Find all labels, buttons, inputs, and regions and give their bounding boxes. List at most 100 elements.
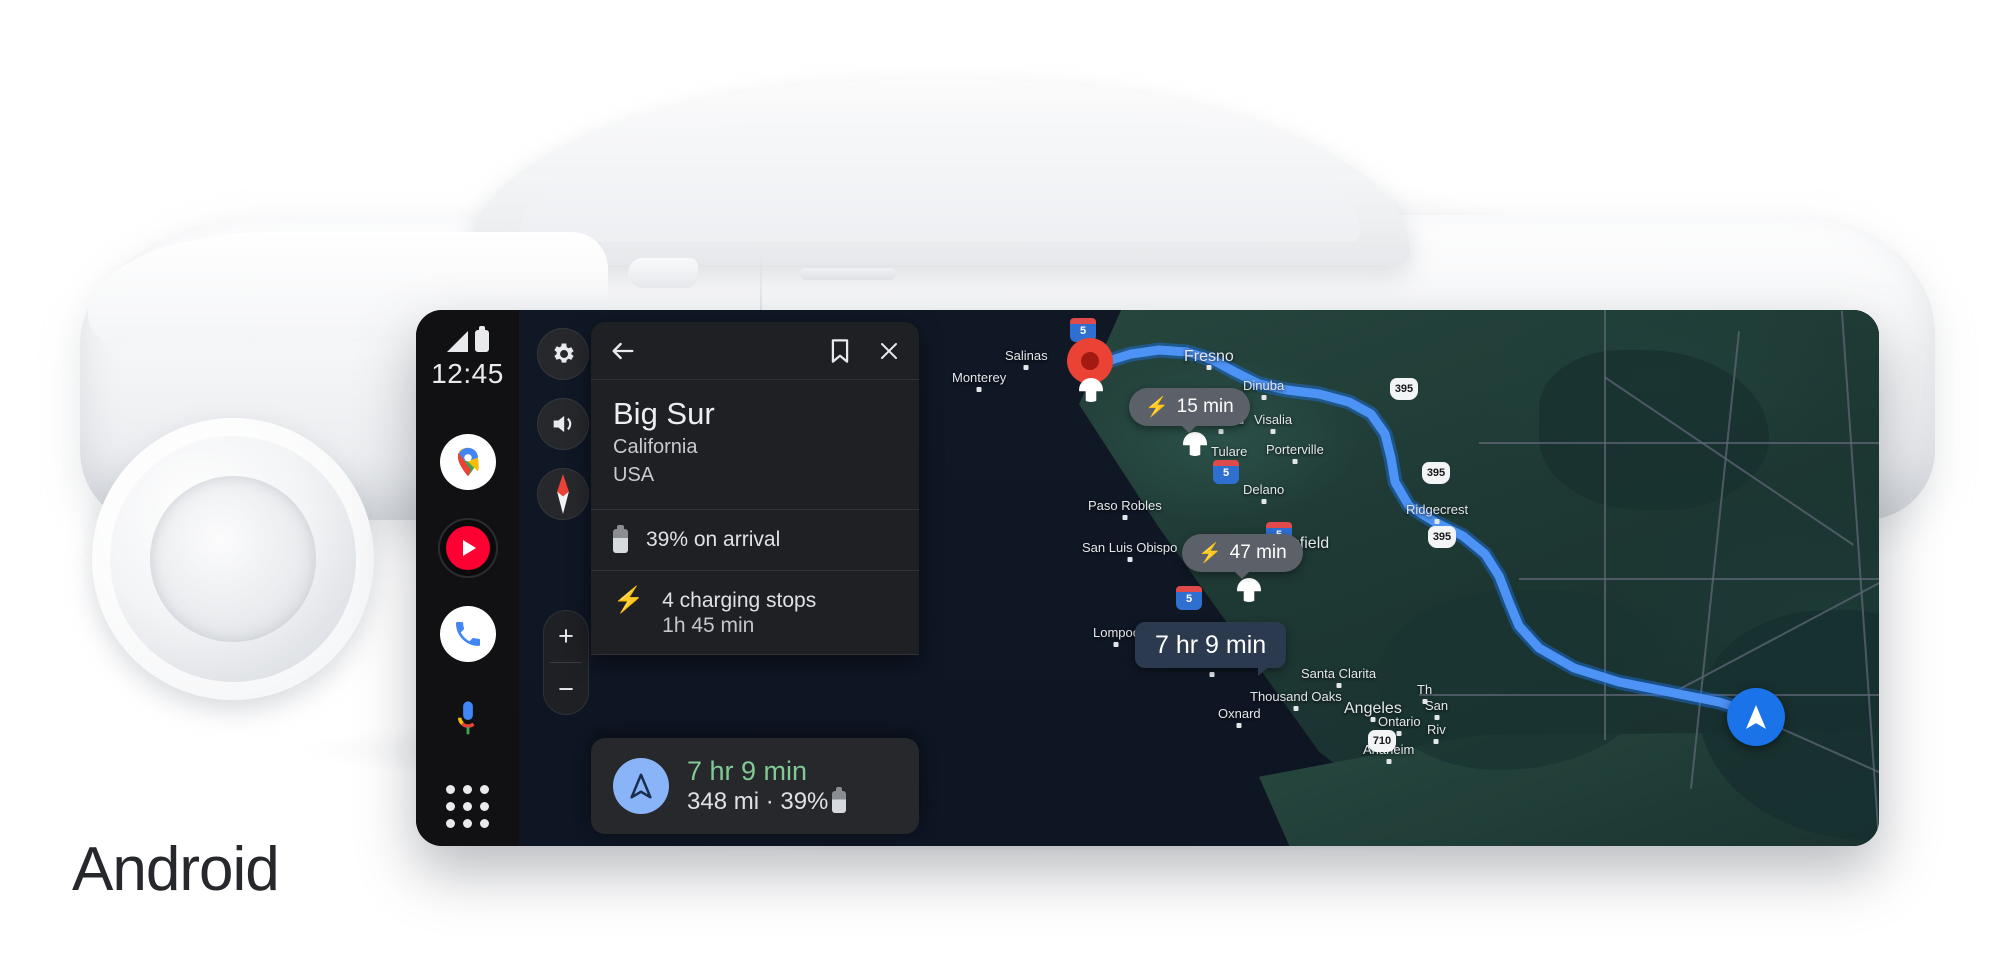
compass-button[interactable] [537, 468, 589, 520]
charging-stops-label: 4 charging stops [662, 588, 817, 612]
map-city-dot [1206, 365, 1212, 370]
volume-button[interactable] [537, 398, 589, 450]
map-city-dot [1396, 731, 1402, 736]
map-city-dot [1113, 642, 1119, 647]
charging-chip-1[interactable]: ⚡ 15 min [1129, 388, 1250, 426]
map-city-label: Monterey [952, 370, 1006, 392]
eta-duration: 7 hr 9 min [687, 756, 808, 787]
charging-chip-2[interactable]: ⚡ 47 min [1182, 534, 1303, 572]
battery-icon [832, 786, 847, 813]
us-route-shield-icon: 710 [1368, 730, 1396, 752]
map-city-dot [1122, 515, 1128, 520]
arrival-battery-row[interactable]: 39% on arrival [591, 510, 919, 571]
app-icon-phone[interactable] [439, 606, 496, 662]
car-front-wheel [92, 418, 374, 700]
route-eta-chip-label: 7 hr 9 min [1155, 630, 1267, 659]
app-icon-assistant[interactable] [440, 692, 496, 748]
youtube-music-icon [445, 526, 490, 570]
grid-dot [463, 818, 472, 828]
us-route-shield-icon: 395 [1422, 462, 1450, 484]
map-city-label: Delano [1243, 482, 1284, 504]
map-city-dot [976, 387, 982, 392]
grid-dot [463, 801, 472, 811]
map-city-dot [1422, 699, 1428, 704]
map-city-label: Tulare [1211, 444, 1247, 466]
map-city-dot [1433, 739, 1439, 744]
app-icon-music[interactable] [439, 520, 496, 576]
zoom-out-button[interactable]: − [543, 663, 589, 715]
us-route-shield-icon: 395 [1390, 378, 1418, 400]
card-header [591, 322, 919, 380]
map-city-dot [1293, 706, 1299, 711]
current-location-puck[interactable] [1727, 688, 1785, 746]
bolt-icon: ⚡ [1198, 542, 1222, 564]
map-road [1419, 694, 1879, 696]
app-rail: 12:45 [416, 310, 519, 846]
bookmark-button[interactable] [829, 338, 851, 364]
app-icon-list [439, 434, 496, 834]
us-route-shield-icon: 395 [1428, 526, 1456, 548]
battery-icon [474, 326, 489, 352]
place-country: USA [613, 463, 655, 486]
close-button[interactable] [877, 339, 901, 363]
map-city-label: Santa Clarita [1301, 666, 1376, 688]
settings-button[interactable] [537, 328, 589, 380]
start-navigation-button[interactable] [613, 758, 669, 814]
back-button[interactable] [609, 337, 637, 365]
place-title: Big Sur [613, 396, 715, 431]
eta-text-block: 7 hr 9 min 348 mi · 39% [687, 756, 847, 816]
charging-chip-label: 15 min [1176, 396, 1234, 417]
grid-dot [480, 818, 489, 828]
route-eta-bar[interactable]: 7 hr 9 min 348 mi · 39% [591, 738, 919, 834]
car-head-unit: 12:45 Salinas Monterey Fresno Dinuba Vis… [416, 310, 1879, 846]
zoom-in-button[interactable]: + [543, 610, 589, 662]
map-road [1604, 310, 1606, 740]
map-city-dot [1127, 557, 1133, 562]
map-road [1479, 442, 1879, 444]
status-bar [446, 326, 489, 352]
map-city-dot [1261, 499, 1267, 504]
route-eta-chip[interactable]: 7 hr 9 min [1135, 622, 1287, 676]
app-icon-maps[interactable] [439, 434, 496, 490]
map-city-dot [1261, 395, 1267, 400]
app-icon-grid[interactable] [440, 778, 496, 834]
interstate-shield-icon: 5 [1176, 586, 1202, 610]
grid-dot [446, 784, 455, 794]
map-city-dot [1336, 683, 1342, 688]
charging-stops-duration: 1h 45 min [662, 613, 755, 637]
map-city-label: Thousand Oaks [1250, 689, 1342, 711]
map-city-label: Fresno [1184, 348, 1234, 370]
charging-chip-label: 47 min [1229, 542, 1287, 563]
map-city-dot [1236, 723, 1242, 728]
car-side-mirror [628, 258, 698, 288]
gear-icon [554, 343, 574, 363]
map-city-label: Ridgecrest [1406, 502, 1468, 524]
grid-dot [446, 818, 455, 828]
card-header-actions [829, 338, 901, 364]
map-side-controls [537, 328, 589, 520]
place-detail-card: Big Sur California USA 39% on arrival ⚡ … [591, 322, 919, 655]
status-clock: 12:45 [431, 358, 504, 389]
place-info: Big Sur California USA [591, 380, 919, 511]
place-region: California [613, 435, 698, 458]
screenshot-root: Android 12:45 Salinas Monterey Fresno Di… [0, 0, 2000, 960]
google-assistant-mic-icon [457, 701, 475, 735]
eta-distance-row: 348 mi · 39% [687, 786, 847, 816]
bolt-icon: ⚡ [1145, 396, 1169, 418]
eta-distance: 348 mi · 39% [687, 787, 829, 815]
back-arrow-icon [612, 342, 634, 359]
google-maps-icon [457, 447, 479, 477]
map-city-dot [1209, 672, 1215, 677]
map-city-label: San [1425, 698, 1448, 720]
map-city-dot [1386, 759, 1392, 764]
map-city-label: Th [1417, 682, 1432, 704]
grid-dot [463, 784, 472, 794]
navigation-arrow-icon [1746, 705, 1766, 729]
car-door-handle [800, 268, 896, 280]
grid-dot [446, 801, 455, 811]
charging-stops-row[interactable]: ⚡ 4 charging stops 1h 45 min [591, 571, 919, 655]
grid-dot [480, 801, 489, 811]
bookmark-icon [831, 338, 849, 363]
map-city-label: Riv [1427, 722, 1446, 744]
compass-icon [557, 474, 569, 514]
